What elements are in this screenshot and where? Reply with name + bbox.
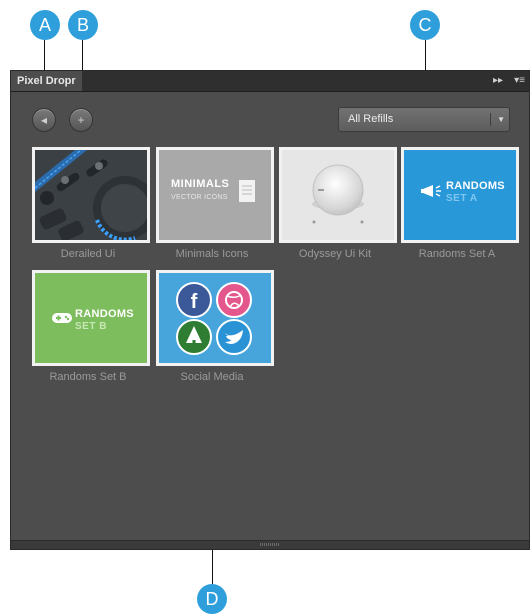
pixel-dropr-panel: Pixel Dropr ▸▸ ▾≡ ◂ + All Refills ▼ Dera… (10, 70, 530, 550)
refill-tile-randoms-set-b[interactable]: RANDOMS SET B (32, 270, 150, 366)
dropdown-separator (490, 113, 491, 126)
randoms-b-thumb-line1: RANDOMS (75, 308, 134, 320)
resize-grip-icon[interactable] (260, 543, 280, 546)
refill-caption-minimals-icons: Minimals Icons (175, 248, 249, 260)
panel-title-tab[interactable]: Pixel Dropr (11, 71, 82, 91)
refill-tile-social-media[interactable]: f (156, 270, 274, 366)
callout-d: D (197, 584, 227, 614)
panel-menu-icon[interactable]: ▾≡ (514, 71, 525, 91)
odyssey-knob-icon (282, 150, 394, 240)
panel-header: Pixel Dropr ▸▸ ▾≡ (11, 71, 529, 92)
randoms-a-thumb-line1: RANDOMS (446, 180, 505, 192)
chevron-down-icon: ▼ (497, 115, 505, 124)
refill-caption-randoms-set-a: Randoms Set A (418, 248, 496, 260)
refill-tile-odyssey-ui-kit[interactable] (279, 147, 397, 243)
refill-tile-randoms-set-a[interactable]: RANDOMS SET A (401, 147, 519, 243)
callout-b: B (68, 10, 98, 40)
svg-text:f: f (191, 291, 198, 313)
derailed-ui-thumbnail (35, 150, 147, 240)
back-button[interactable]: ◂ (32, 108, 56, 132)
gamepad-icon (52, 313, 72, 323)
refills-dropdown-value: All Refills (348, 113, 394, 125)
social-media-thumbnail: f (159, 273, 271, 363)
minimals-notepad-icon (239, 180, 255, 202)
megaphone-icon (421, 185, 441, 197)
refill-caption-social-media: Social Media (180, 371, 244, 383)
callout-a: A (30, 10, 60, 40)
collapse-icon[interactable]: ▸▸ (493, 71, 503, 91)
callout-c: C (410, 10, 440, 40)
back-icon: ◂ (40, 113, 48, 127)
add-button[interactable]: + (69, 108, 93, 132)
refill-caption-randoms-set-b: Randoms Set B (49, 371, 127, 383)
minimals-thumb-subtitle: VECTOR ICONS (171, 194, 228, 201)
panel-footer (11, 540, 529, 549)
refills-dropdown[interactable]: All Refills ▼ (338, 107, 510, 132)
dribbble-icon (216, 282, 252, 318)
refill-caption-odyssey-ui-kit: Odyssey Ui Kit (298, 248, 372, 260)
minimals-thumb-title: MINIMALS (171, 178, 230, 190)
randoms-b-thumb-line2: SET B (75, 321, 107, 332)
refill-tile-derailed-ui[interactable] (32, 147, 150, 243)
refill-tile-minimals-icons[interactable]: MINIMALS VECTOR ICONS (156, 147, 274, 243)
randoms-a-thumb-line2: SET A (446, 193, 478, 204)
add-icon: + (77, 113, 85, 127)
refill-caption-derailed-ui: Derailed Ui (60, 248, 116, 260)
